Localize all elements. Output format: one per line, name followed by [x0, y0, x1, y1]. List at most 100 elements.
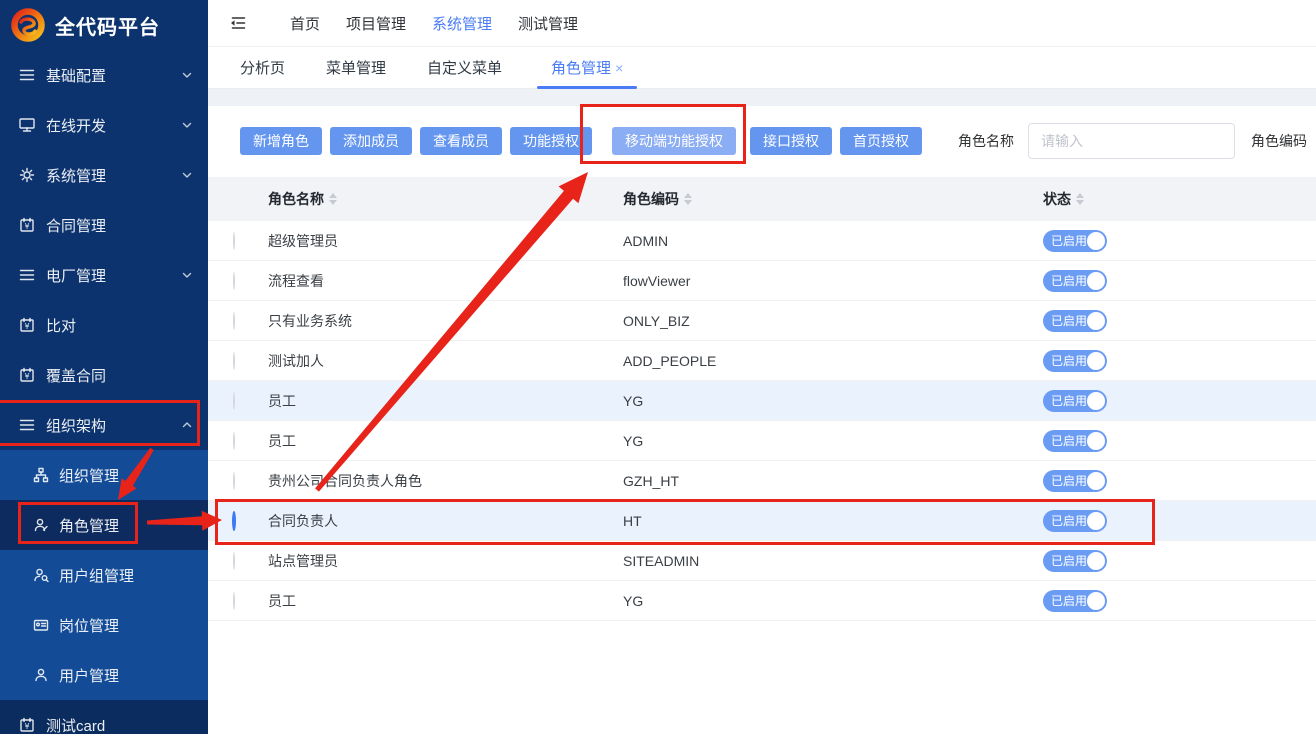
- toggle-knob: [1087, 232, 1105, 250]
- status-toggle[interactable]: 已启用: [1043, 550, 1107, 572]
- toggle-knob: [1087, 312, 1105, 330]
- row-radio[interactable]: [233, 272, 235, 290]
- status-toggle[interactable]: 已启用: [1043, 230, 1107, 252]
- toggle-knob: [1087, 472, 1105, 490]
- table-row[interactable]: 员工 YG 已启用: [208, 581, 1316, 621]
- table-row[interactable]: 只有业务系统 ONLY_BIZ 已启用: [208, 301, 1316, 341]
- role-management-page: 全代码平台 基础配置 在线开发 系统管理 ¥ 合同管理 电厂管理 ¥: [0, 0, 1316, 734]
- sidebar: 全代码平台 基础配置 在线开发 系统管理 ¥ 合同管理 电厂管理 ¥: [0, 0, 208, 734]
- table-row[interactable]: 测试加人 ADD_PEOPLE 已启用: [208, 341, 1316, 381]
- gear-icon: [18, 166, 36, 184]
- sidebar-item-user-group-mgmt[interactable]: 用户组管理: [0, 550, 208, 600]
- view-members-button[interactable]: 查看成员: [420, 127, 502, 155]
- table-row[interactable]: 流程查看 flowViewer 已启用: [208, 261, 1316, 301]
- role-name-input[interactable]: [1028, 123, 1235, 159]
- id-card-icon: [33, 616, 49, 634]
- sidebar-item-org-structure[interactable]: 组织架构: [0, 400, 208, 450]
- logo-row: 全代码平台: [0, 0, 208, 50]
- svg-text:¥: ¥: [24, 322, 29, 331]
- toggle-knob: [1087, 512, 1105, 530]
- app-title: 全代码平台: [55, 11, 160, 40]
- column-header-role-code[interactable]: 角色编码: [623, 189, 1043, 209]
- sidebar-item-contract-mgmt[interactable]: ¥ 合同管理: [0, 200, 208, 250]
- status-toggle[interactable]: 已启用: [1043, 470, 1107, 492]
- tab-menu-mgmt[interactable]: 菜单管理: [320, 47, 392, 88]
- role-code-filter-label: 角色编码: [1251, 131, 1307, 151]
- function-auth-button[interactable]: 功能授权: [510, 127, 592, 155]
- table-row-selected[interactable]: 合同负责人 HT 已启用: [208, 501, 1316, 541]
- sidebar-item-system-mgmt[interactable]: 系统管理: [0, 150, 208, 200]
- calendar-yen-icon: ¥: [18, 366, 36, 384]
- table-row[interactable]: 员工 YG 已启用: [208, 421, 1316, 461]
- monitor-icon: [18, 116, 36, 134]
- table-row[interactable]: 贵州公司合同负责人角色 GZH_HT 已启用: [208, 461, 1316, 501]
- sort-icon[interactable]: [329, 193, 337, 205]
- toggle-knob: [1087, 272, 1105, 290]
- sidebar-item-post-mgmt[interactable]: 岗位管理: [0, 600, 208, 650]
- nav-item-system-mgmt[interactable]: 系统管理: [432, 13, 492, 34]
- status-toggle[interactable]: 已启用: [1043, 510, 1107, 532]
- row-radio[interactable]: [233, 472, 235, 490]
- status-toggle[interactable]: 已启用: [1043, 350, 1107, 372]
- row-radio-checked[interactable]: [232, 511, 236, 531]
- chevron-down-icon: [180, 118, 194, 132]
- status-toggle[interactable]: 已启用: [1043, 390, 1107, 412]
- top-navbar: 首页 项目管理 系统管理 测试管理: [208, 0, 1316, 47]
- sidebar-item-user-mgmt[interactable]: 用户管理: [0, 650, 208, 700]
- tab-role-mgmt-label: 角色管理: [551, 57, 611, 78]
- tab-custom-menu[interactable]: 自定义菜单: [421, 47, 508, 88]
- row-radio[interactable]: [233, 312, 235, 330]
- homepage-auth-button[interactable]: 首页授权: [840, 127, 922, 155]
- chevron-up-icon: [180, 418, 194, 432]
- row-radio[interactable]: [233, 352, 235, 370]
- toggle-knob: [1087, 352, 1105, 370]
- sidebar-item-basic-config[interactable]: 基础配置: [0, 50, 208, 100]
- status-toggle[interactable]: 已启用: [1043, 430, 1107, 452]
- row-radio[interactable]: [233, 432, 235, 450]
- menu-lines-icon: [18, 416, 36, 434]
- row-radio[interactable]: [233, 552, 235, 570]
- add-role-button[interactable]: 新增角色: [240, 127, 322, 155]
- sidebar-item-cover-contract[interactable]: ¥ 覆盖合同: [0, 350, 208, 400]
- user-icon: [33, 666, 49, 684]
- nav-item-home[interactable]: 首页: [290, 13, 320, 34]
- menu-lines-icon: [18, 66, 36, 84]
- column-header-status[interactable]: 状态: [1043, 189, 1316, 209]
- sidebar-item-role-mgmt[interactable]: 角色管理: [0, 500, 208, 550]
- add-member-button[interactable]: 添加成员: [330, 127, 412, 155]
- toggle-knob: [1087, 592, 1105, 610]
- sidebar-item-online-dev[interactable]: 在线开发: [0, 100, 208, 150]
- sort-icon[interactable]: [1076, 193, 1084, 205]
- toggle-knob: [1087, 432, 1105, 450]
- tab-role-mgmt[interactable]: 角色管理 ×: [537, 47, 637, 88]
- content-gap: [208, 89, 1316, 106]
- sidebar-item-compare[interactable]: ¥ 比对: [0, 300, 208, 350]
- status-toggle[interactable]: 已启用: [1043, 270, 1107, 292]
- calendar-yen-icon: ¥: [18, 716, 36, 734]
- svg-text:¥: ¥: [24, 222, 29, 231]
- status-toggle[interactable]: 已启用: [1043, 310, 1107, 332]
- table-row[interactable]: 员工 YG 已启用: [208, 381, 1316, 421]
- chevron-down-icon: [180, 268, 194, 282]
- row-radio[interactable]: [233, 392, 235, 410]
- table-header: 角色名称 角色编码 状态: [208, 177, 1316, 221]
- collapse-sidebar-icon[interactable]: [228, 13, 248, 33]
- sidebar-item-test-card[interactable]: ¥ 测试card: [0, 700, 208, 734]
- api-auth-button[interactable]: 接口授权: [750, 127, 832, 155]
- tab-analysis[interactable]: 分析页: [234, 47, 291, 88]
- close-tab-icon[interactable]: ×: [615, 60, 623, 76]
- nav-item-project-mgmt[interactable]: 项目管理: [346, 13, 406, 34]
- menu-lines-icon: [18, 266, 36, 284]
- column-header-role-name[interactable]: 角色名称: [268, 189, 623, 209]
- table-row[interactable]: 站点管理员 SITEADMIN 已启用: [208, 541, 1316, 581]
- table-row[interactable]: 超级管理员 ADMIN 已启用: [208, 221, 1316, 261]
- sort-icon[interactable]: [684, 193, 692, 205]
- mobile-function-auth-button[interactable]: 移动端功能授权: [612, 127, 736, 155]
- nav-item-test-mgmt[interactable]: 测试管理: [518, 13, 578, 34]
- sidebar-item-plant-mgmt[interactable]: 电厂管理: [0, 250, 208, 300]
- status-toggle[interactable]: 已启用: [1043, 590, 1107, 612]
- row-radio[interactable]: [233, 592, 235, 610]
- row-radio[interactable]: [233, 232, 235, 250]
- toggle-knob: [1087, 392, 1105, 410]
- sidebar-item-org-mgmt[interactable]: 组织管理: [0, 450, 208, 500]
